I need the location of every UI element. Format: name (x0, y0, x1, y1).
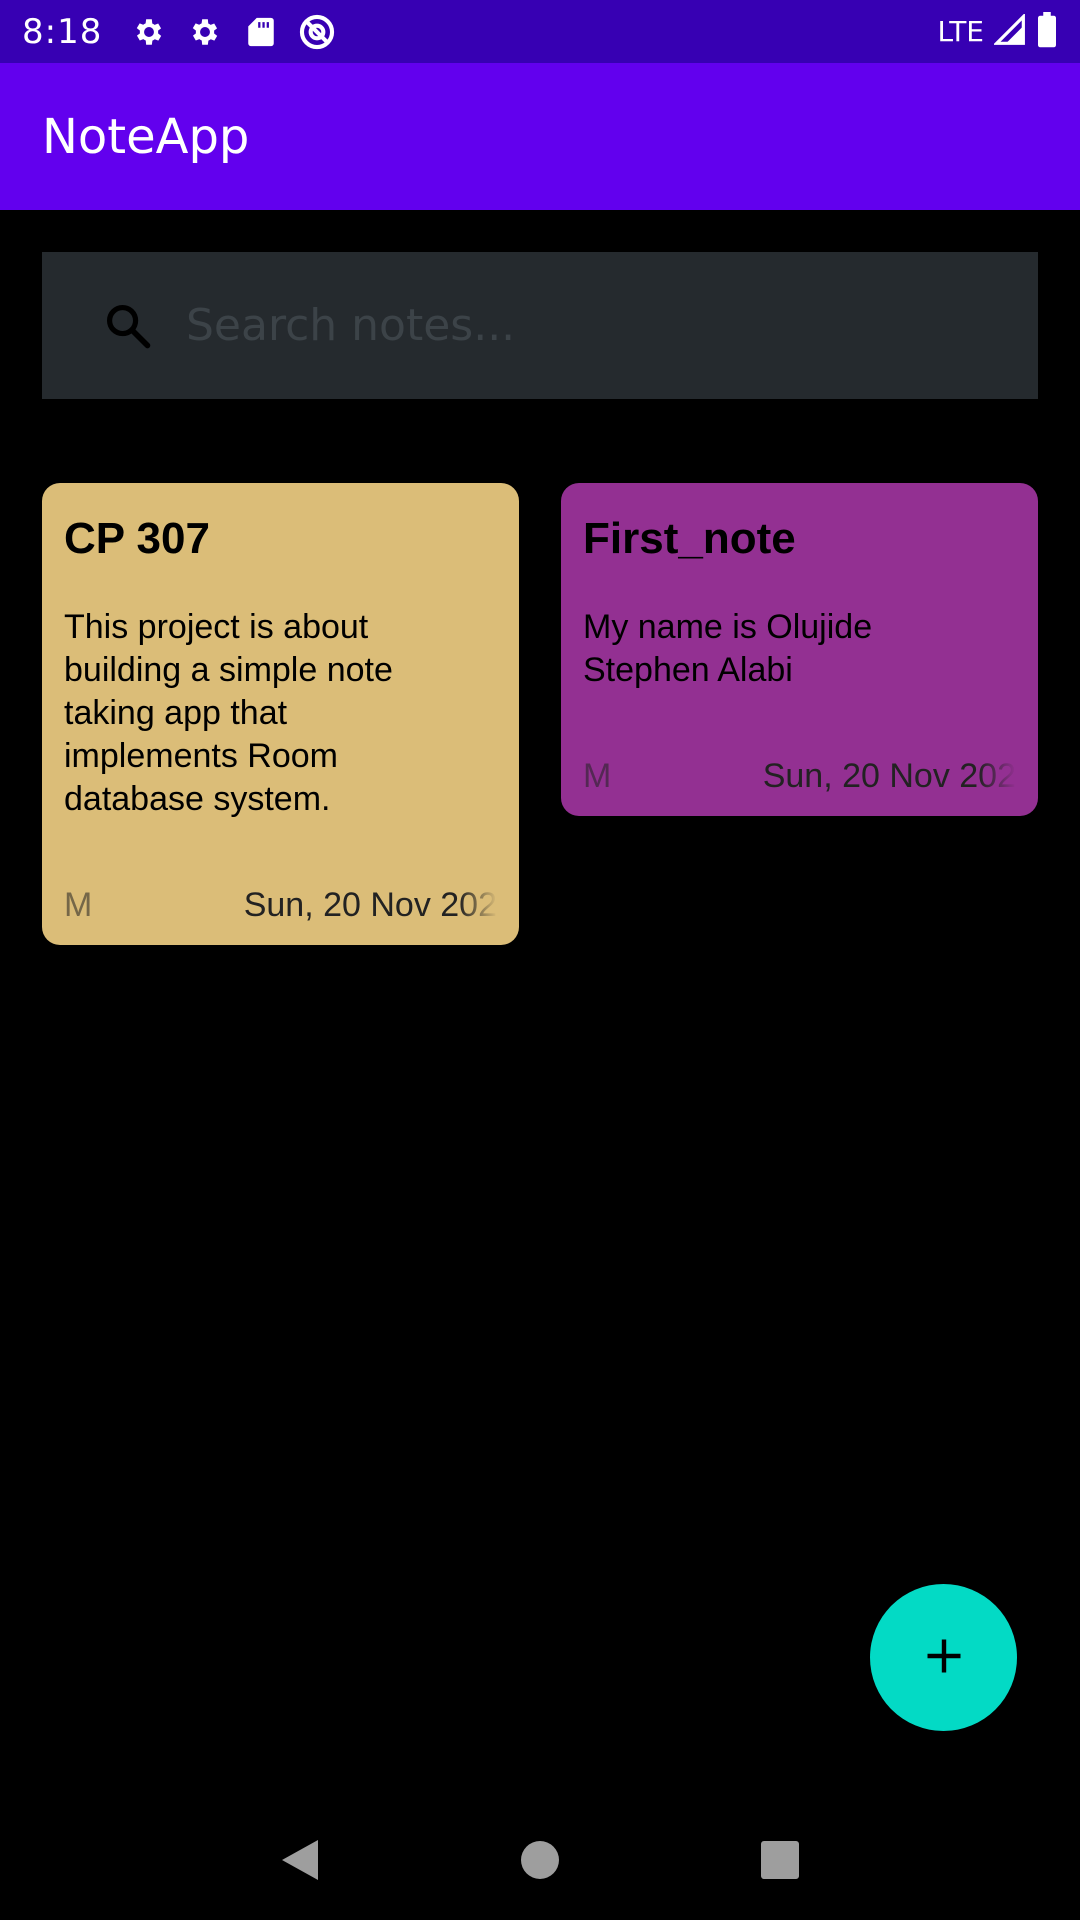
note-footer: M Sun, 20 Nov 202 (64, 880, 497, 930)
navigation-bar (0, 1800, 1080, 1920)
search-icon (100, 298, 156, 354)
note-footer: M Sun, 20 Nov 202 (583, 751, 1016, 801)
note-card[interactable]: CP 307 This project is about building a … (42, 483, 519, 945)
note-time: M (583, 756, 612, 795)
note-time: M (64, 885, 93, 924)
gear-icon (186, 13, 224, 51)
note-date: Sun, 20 Nov 202 (762, 756, 1016, 795)
app-bar: NoteApp (0, 63, 1080, 210)
gear-icon (130, 13, 168, 51)
status-bar: 8:18 LTE (0, 0, 1080, 63)
home-icon[interactable] (510, 1830, 570, 1890)
at-sign-icon (298, 13, 336, 51)
note-card[interactable]: First_note My name is Olujide Stephen Al… (561, 483, 1038, 816)
recents-icon[interactable] (750, 1830, 810, 1890)
back-icon[interactable] (270, 1830, 330, 1890)
screen: 8:18 LTE NoteApp Search notes... CP 307 … (0, 0, 1080, 1920)
note-body: My name is Olujide Stephen Alabi (583, 607, 873, 689)
plus-icon (922, 1634, 966, 1682)
network-type: LTE (937, 15, 984, 48)
status-notification-icons (130, 13, 336, 51)
signal-icon (992, 12, 1026, 50)
search-bar[interactable] (42, 252, 1038, 399)
status-system-icons: LTE (937, 11, 1058, 52)
status-time: 8:18 (22, 11, 103, 52)
note-title: CP 307 (64, 514, 210, 563)
note-date: Sun, 20 Nov 202 (243, 885, 497, 924)
note-title: First_note (583, 514, 796, 563)
add-note-button[interactable] (870, 1584, 1017, 1731)
battery-icon (1036, 11, 1058, 52)
app-title: NoteApp (42, 108, 250, 165)
search-input[interactable] (186, 300, 946, 351)
note-body: This project is about building a simple … (64, 607, 393, 818)
sd-card-icon (242, 13, 280, 51)
